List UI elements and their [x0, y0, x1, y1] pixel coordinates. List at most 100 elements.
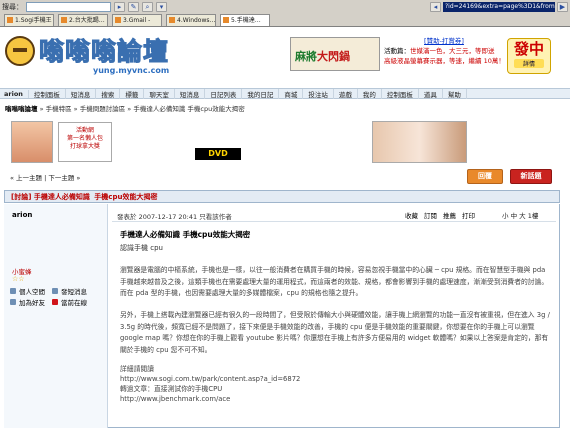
main-nav: arion 控制面板 短消息 搜索 標籤 聊天室 短消息 日記列表 我的日記 商… — [0, 88, 570, 99]
search-label: 搜尋： — [2, 2, 23, 11]
nav-user[interactable]: arion — [0, 89, 29, 98]
tab-2[interactable]: 2.台大批踢… — [58, 14, 108, 26]
author-name[interactable]: arion — [12, 211, 32, 219]
tab-4[interactable]: 4.Windows… — [166, 14, 216, 26]
tab-1[interactable]: 1.Sogi手機王 — [4, 14, 54, 26]
bee-icon — [5, 36, 35, 66]
add-friend-action[interactable]: 加為好友 — [10, 297, 45, 307]
nav-item[interactable]: 標籤 — [120, 88, 145, 99]
search-go-icon[interactable]: ▸ — [114, 1, 125, 12]
sponsor-row-link[interactable]: 世媒滿一色，大三元，等即送 — [410, 47, 495, 55]
new-thread-button[interactable]: 新話題 — [510, 169, 552, 184]
nav-item[interactable]: 幫助 — [443, 88, 467, 99]
thread-title: 手機cpu效能大揭密 — [94, 193, 158, 201]
nav-item[interactable]: 搜索 — [96, 88, 121, 99]
ad-dvd-banner[interactable]: DVD — [195, 148, 241, 160]
sponsor-row: 活動篇：世媒滿一色，大三元，等即送 — [384, 46, 504, 56]
subscribe-link[interactable]: 訂閱 — [424, 210, 437, 220]
font-size-and-floor[interactable]: 小 中 大 1樓 — [502, 210, 538, 220]
add-friend-icon — [10, 299, 16, 305]
tab-label: 5.手機達… — [231, 17, 261, 24]
breadcrumb: 嗡嗡嗡論壇 » 手機特區 » 手機問題討論區 » 手機達人必備知識 手機cpu效… — [5, 103, 565, 113]
promo-badge[interactable]: 發中 詳情 — [507, 38, 551, 74]
tab-3[interactable]: 3.Gmail - — [112, 14, 162, 26]
sponsor-row-label: 活動篇： — [384, 47, 410, 55]
nav-item[interactable]: 投注站 — [303, 88, 334, 99]
post-meta: 發表於 2007-12-17 20:41 只看該作者 — [117, 213, 232, 221]
breadcrumb-link[interactable]: 手機問題討論區 — [80, 105, 126, 113]
search-toolbar: 搜尋： ▸ ✎ ⌕ ▾ ◂ ?id=24169&extra=page%3D1&f… — [0, 0, 570, 13]
breadcrumb-link[interactable]: 手機特區 — [46, 105, 72, 113]
find-icon[interactable]: ⌕ — [142, 1, 153, 12]
breadcrumb-current: 手機cpu效能大揭密 — [187, 105, 245, 113]
favicon-icon — [169, 17, 175, 23]
site-logo[interactable]: 嗡嗡嗡論壇 yung.myvnc.com — [5, 30, 185, 82]
post-title: 手機達人必備知識 手機cpu效能大揭密 — [120, 230, 251, 239]
tab-bar: 1.Sogi手機王 2.台大批踢… 3.Gmail - 4.Windows… 5… — [0, 13, 570, 26]
link-label: 轉過文章：直接測試你的手機CPU — [120, 385, 223, 393]
link[interactable]: http://www.sogi.com.tw/park/content.asp?… — [120, 374, 552, 384]
url-field[interactable]: ?id=24169&extra=page%3D1&frombbs=1 — [443, 1, 555, 12]
ad-image-face[interactable] — [372, 121, 467, 163]
promo-badge-title: 發中 — [513, 40, 544, 58]
breadcrumb-site[interactable]: 嗡嗡嗡論壇 — [5, 105, 38, 113]
nav-item[interactable]: 道具 — [419, 88, 443, 99]
avatar[interactable] — [16, 224, 94, 258]
favicon-icon — [61, 17, 67, 23]
sponsor-title-link[interactable]: [贊助-打賞券] — [384, 36, 504, 46]
nav-item[interactable]: 日記列表 — [205, 88, 243, 99]
message-action[interactable]: 發短消息 — [52, 286, 87, 296]
breadcrumb-sep: » — [71, 105, 80, 113]
nav-item[interactable]: 遊戲 — [334, 88, 358, 99]
nav-item[interactable]: 我的 — [358, 88, 382, 99]
recommend-link[interactable]: 推薦 — [443, 210, 456, 220]
link[interactable]: http://www.jbenchmark.com/ace — [120, 394, 552, 404]
mail-icon — [52, 288, 58, 294]
divider — [112, 221, 556, 222]
sponsor-links: [贊助-打賞券] 活動篇：世媒滿一色，大三元，等即送 高級液晶螢幕賽示器，等速，… — [384, 36, 504, 76]
tab-label: 1.Sogi手機王 — [15, 17, 52, 24]
post-subtitle: 認識手機 cpu — [120, 244, 163, 252]
options-icon[interactable]: ▾ — [156, 1, 167, 12]
ad-text-box[interactable]: 活動網 第一名懶人包 打球拿大獎 — [58, 122, 112, 162]
home-icon — [10, 288, 16, 294]
action-label: 個人空間 — [19, 288, 45, 296]
action-label: 發短消息 — [61, 288, 87, 296]
post-links: 詳細請閱讀 http://www.sogi.com.tw/park/conten… — [120, 364, 552, 404]
action-label: 當前在線 — [61, 299, 87, 307]
ad-image-girl[interactable] — [11, 121, 53, 163]
go-icon[interactable]: ▶ — [557, 1, 568, 12]
search-input[interactable] — [26, 1, 111, 12]
ad-text: 麻將 — [295, 50, 317, 63]
nav-item[interactable]: 短消息 — [66, 88, 97, 99]
back-icon[interactable]: ◂ — [430, 1, 441, 12]
favicon-icon — [223, 17, 229, 23]
breadcrumb-link[interactable]: 手機達人必備知識 — [133, 105, 185, 113]
reply-button[interactable]: 回覆 — [467, 169, 503, 184]
tab-label: 3.Gmail - — [123, 17, 151, 24]
nav-item[interactable]: 控制面板 — [382, 88, 419, 99]
favorite-link[interactable]: 收藏 — [405, 210, 418, 220]
nav-item[interactable]: 我的日記 — [242, 88, 280, 99]
profile-action[interactable]: 個人空間 — [10, 286, 45, 296]
thread-tag[interactable]: [討論] 手機達人必備知識 — [11, 193, 90, 201]
prev-next-thread[interactable]: « 上一主題 | 下一主題 » — [10, 172, 90, 182]
nav-item[interactable]: 商城 — [279, 88, 304, 99]
thread-title-bar: [討論] 手機達人必備知識 手機cpu效能大揭密 — [4, 190, 560, 203]
highlight-icon[interactable]: ✎ — [128, 1, 139, 12]
promo-badge-detail: 詳情 — [514, 59, 544, 68]
nav-item[interactable]: 控制面板 — [29, 88, 66, 99]
print-link[interactable]: 打印 — [462, 210, 475, 220]
action-label: 加為好友 — [19, 299, 45, 307]
nav-item[interactable]: 聊天室 — [144, 88, 175, 99]
sponsor-row-link[interactable]: 高級液晶螢幕賽示器，等速，繼續 10萬！ — [384, 57, 504, 65]
nav-item[interactable]: 短消息 — [175, 88, 206, 99]
mahjong-ad-banner[interactable]: 麻將大閃鍋 — [290, 37, 380, 71]
online-icon — [52, 299, 58, 305]
logo-title: 嗡嗡嗡論壇 — [38, 37, 170, 67]
breadcrumb-sep: » — [37, 105, 46, 113]
tab-5[interactable]: 5.手機達… — [220, 14, 270, 26]
logo-url: yung.myvnc.com — [93, 66, 170, 75]
tab-label: 2.台大批踢… — [69, 17, 105, 24]
rank-stars-icon: ☆☆ — [12, 275, 25, 283]
